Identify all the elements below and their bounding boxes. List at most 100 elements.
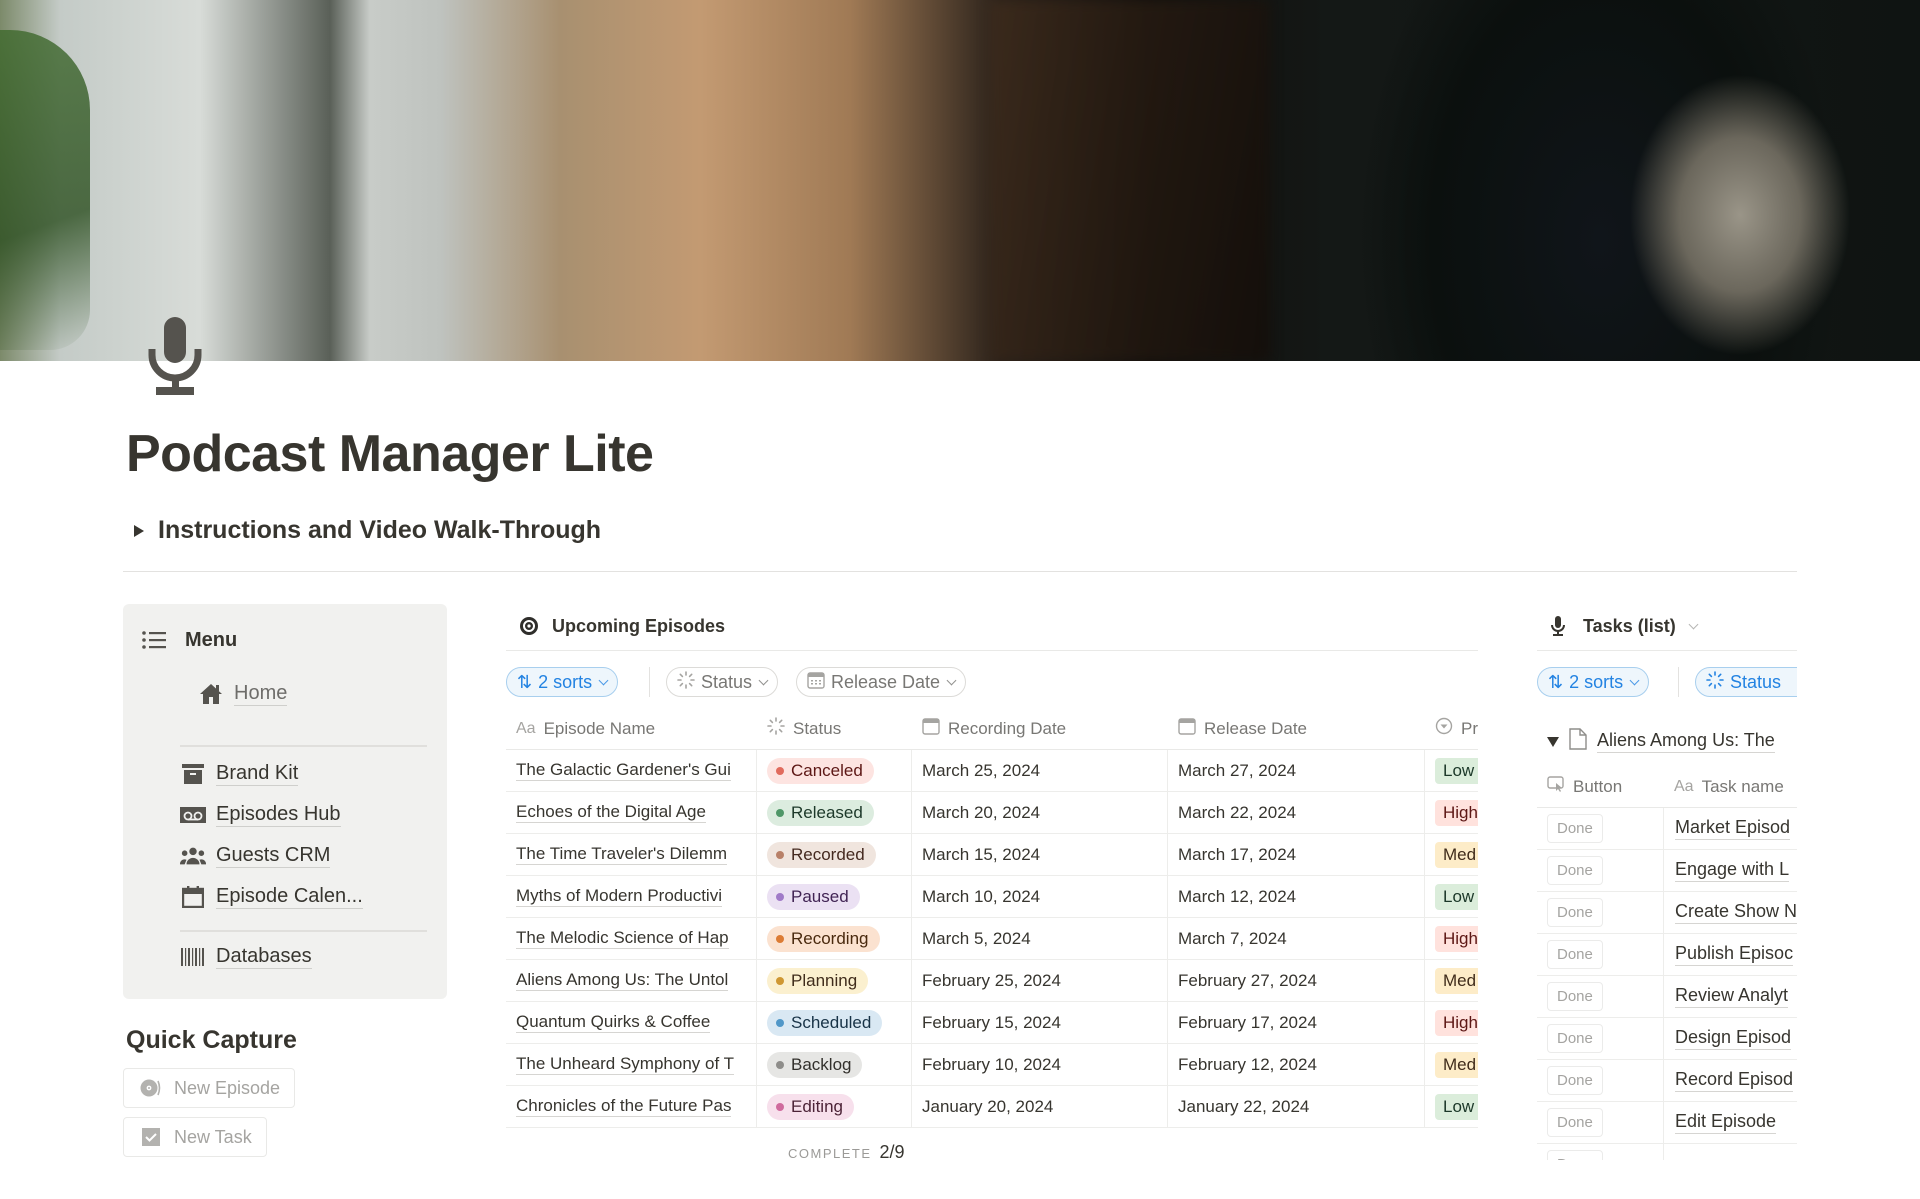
tasks-status-filter-chip[interactable]: Status: [1695, 667, 1797, 697]
task-name-link[interactable]: Record Episod: [1675, 1069, 1794, 1092]
toggle-triangle-icon[interactable]: [134, 524, 144, 537]
done-button[interactable]: Done: [1547, 856, 1603, 885]
done-button[interactable]: Done: [1547, 1108, 1603, 1137]
priority-cell[interactable]: Med: [1425, 834, 1478, 875]
menu-link-episodes-hub[interactable]: Episodes Hub: [180, 803, 341, 827]
menu-link-brand-kit[interactable]: Brand Kit: [180, 762, 299, 786]
status-cell[interactable]: Backlog: [757, 1044, 912, 1085]
release-date-filter-chip[interactable]: Release Date: [796, 667, 967, 697]
episode-name-link[interactable]: The Melodic Science of Hap: [516, 928, 729, 950]
release-date-cell[interactable]: March 27, 2024: [1168, 750, 1425, 791]
done-button[interactable]: Done: [1547, 1024, 1603, 1053]
task-name-link[interactable]: Edit Episode: [1675, 1111, 1777, 1134]
toggle-triangle-icon[interactable]: [1547, 736, 1559, 747]
status-cell[interactable]: Recorded: [757, 834, 912, 875]
recording-date-cell[interactable]: March 25, 2024: [912, 750, 1168, 791]
release-date-cell[interactable]: March 17, 2024: [1168, 834, 1425, 875]
release-date-cell[interactable]: March 12, 2024: [1168, 876, 1425, 917]
task-row[interactable]: Done Review Analyt: [1537, 976, 1797, 1018]
task-row[interactable]: Done Record Episod: [1537, 1060, 1797, 1102]
episode-name-link[interactable]: Aliens Among Us: The Untol: [516, 970, 729, 992]
status-cell[interactable]: Scheduled: [757, 1002, 912, 1043]
column-header-release-date[interactable]: Release Date: [1168, 708, 1425, 749]
task-row[interactable]: Done Design Episod: [1537, 1018, 1797, 1060]
task-row[interactable]: Done Market Episod: [1537, 808, 1797, 850]
task-row[interactable]: Done Engage with L: [1537, 850, 1797, 892]
priority-cell[interactable]: High: [1425, 918, 1478, 959]
recording-date-cell[interactable]: March 20, 2024: [912, 792, 1168, 833]
recording-date-cell[interactable]: February 25, 2024: [912, 960, 1168, 1001]
done-button[interactable]: Done: [1547, 940, 1603, 969]
column-header-episode-name[interactable]: Aa Episode Name: [506, 708, 757, 749]
tasks-view-switcher[interactable]: Tasks (list): [1545, 614, 1699, 638]
release-date-cell[interactable]: March 7, 2024: [1168, 918, 1425, 959]
recording-date-cell[interactable]: March 15, 2024: [912, 834, 1168, 875]
task-name-link[interactable]: Review Analyt: [1675, 985, 1789, 1008]
release-date-cell[interactable]: March 22, 2024: [1168, 792, 1425, 833]
done-button[interactable]: Done: [1547, 1150, 1603, 1160]
task-name-link[interactable]: Engage with L: [1675, 859, 1790, 882]
task-group-header[interactable]: Aliens Among Us: The: [1547, 728, 1775, 755]
status-cell[interactable]: Editing: [757, 1086, 912, 1127]
tasks-sorts-chip[interactable]: ⇅ 2 sorts: [1537, 667, 1650, 697]
recording-date-cell[interactable]: February 10, 2024: [912, 1044, 1168, 1085]
task-row[interactable]: Done Edit Episode: [1537, 1102, 1797, 1144]
table-row[interactable]: The Melodic Science of Hap Recording March…: [506, 918, 1478, 960]
menu-link-guests-crm[interactable]: Guests CRM: [180, 844, 331, 868]
release-date-cell[interactable]: February 17, 2024: [1168, 1002, 1425, 1043]
status-cell[interactable]: Recording: [757, 918, 912, 959]
recording-date-cell[interactable]: January 20, 2024: [912, 1086, 1168, 1127]
priority-cell[interactable]: Low: [1425, 1086, 1478, 1127]
episode-name-link[interactable]: The Unheard Symphony of T: [516, 1054, 734, 1076]
table-row[interactable]: The Galactic Gardener's Gui Canceled March…: [506, 750, 1478, 792]
column-header-task-name[interactable]: Aa Task name: [1664, 766, 1784, 807]
menu-link-home[interactable]: Home: [198, 682, 288, 706]
column-header-status[interactable]: Status: [757, 708, 912, 749]
episode-name-link[interactable]: Myths of Modern Productivi: [516, 886, 722, 908]
column-header-recording-date[interactable]: Recording Date: [912, 708, 1168, 749]
task-row[interactable]: Done Create Show N: [1537, 892, 1797, 934]
column-header-priority[interactable]: Pr: [1425, 708, 1478, 749]
status-filter-chip[interactable]: Status: [666, 667, 779, 697]
table-row[interactable]: Chronicles of the Future Pas Editing Janua…: [506, 1086, 1478, 1128]
table-row[interactable]: The Time Traveler's Dilemm Recorded March …: [506, 834, 1478, 876]
task-row[interactable]: Done: [1537, 1144, 1797, 1160]
table-row[interactable]: Quantum Quirks & Coffee Scheduled February…: [506, 1002, 1478, 1044]
recording-date-cell[interactable]: March 10, 2024: [912, 876, 1168, 917]
task-name-link[interactable]: Create Show N: [1675, 901, 1797, 924]
sorts-chip[interactable]: ⇅ 2 sorts: [506, 667, 619, 697]
done-button[interactable]: Done: [1547, 898, 1603, 927]
table-row[interactable]: Echoes of the Digital Age Released March 2…: [506, 792, 1478, 834]
release-date-cell[interactable]: February 27, 2024: [1168, 960, 1425, 1001]
priority-cell[interactable]: High: [1425, 1002, 1478, 1043]
new-episode-button[interactable]: New Episode: [123, 1068, 296, 1108]
release-date-cell[interactable]: January 22, 2024: [1168, 1086, 1425, 1127]
menu-link-databases[interactable]: Databases: [180, 945, 312, 969]
microphone-icon[interactable]: [144, 315, 208, 397]
recording-date-cell[interactable]: March 5, 2024: [912, 918, 1168, 959]
priority-cell[interactable]: Med: [1425, 1044, 1478, 1085]
priority-cell[interactable]: Low: [1425, 750, 1478, 791]
status-cell[interactable]: Canceled: [757, 750, 912, 791]
recording-date-cell[interactable]: February 15, 2024: [912, 1002, 1168, 1043]
table-row[interactable]: Myths of Modern Productivi Paused March 10…: [506, 876, 1478, 918]
status-cell[interactable]: Paused: [757, 876, 912, 917]
episode-name-link[interactable]: Chronicles of the Future Pas: [516, 1096, 732, 1118]
done-button[interactable]: Done: [1547, 814, 1603, 843]
priority-cell[interactable]: High: [1425, 792, 1478, 833]
table-row[interactable]: The Unheard Symphony of T Backlog February…: [506, 1044, 1478, 1086]
status-cell[interactable]: Released: [757, 792, 912, 833]
task-name-link[interactable]: Market Episod: [1675, 817, 1791, 840]
task-row[interactable]: Done Publish Episoc: [1537, 934, 1797, 976]
done-button[interactable]: Done: [1547, 982, 1603, 1011]
column-header-button[interactable]: Button: [1537, 766, 1664, 807]
task-name-link[interactable]: Design Episod: [1675, 1027, 1792, 1050]
table-row[interactable]: Aliens Among Us: The Untol Planning Februa…: [506, 960, 1478, 1002]
done-button[interactable]: Done: [1547, 1066, 1603, 1095]
episode-name-link[interactable]: Quantum Quirks & Coffee: [516, 1012, 711, 1034]
release-date-cell[interactable]: February 12, 2024: [1168, 1044, 1425, 1085]
task-name-link[interactable]: Publish Episoc: [1675, 943, 1794, 966]
instructions-toggle[interactable]: Instructions and Video Walk-Through: [126, 516, 601, 545]
episode-name-link[interactable]: Echoes of the Digital Age: [516, 802, 706, 824]
new-task-button[interactable]: New Task: [123, 1117, 267, 1157]
